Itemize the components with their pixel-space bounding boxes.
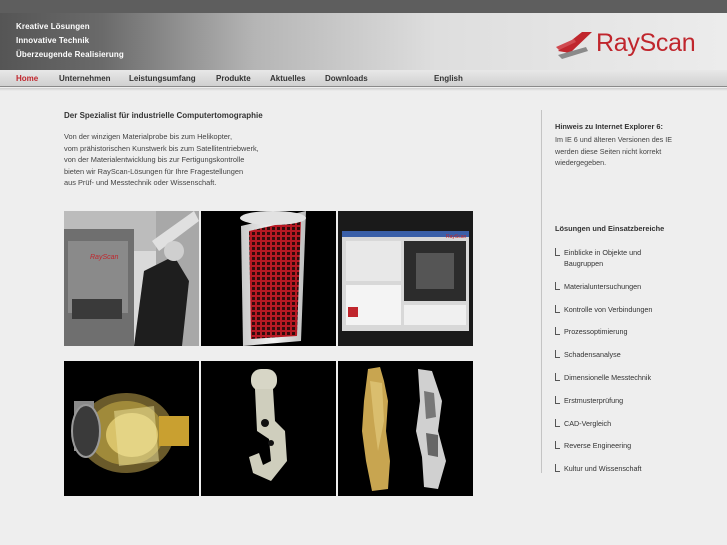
- link-label: Dimensionelle Messtechnik: [564, 373, 652, 382]
- link-label: Kultur und Wissenschaft: [564, 464, 642, 473]
- nav-shadow: [0, 88, 727, 91]
- bullet-icon: [555, 305, 560, 313]
- ie-notice-line: wiedergegeben.: [555, 158, 607, 167]
- nav-leistungsumfang[interactable]: Leistungsumfang: [129, 74, 196, 83]
- nav-home[interactable]: Home: [16, 74, 38, 83]
- logo-text: RayScan: [596, 29, 696, 57]
- link-label: Erstmusterprüfung: [564, 396, 624, 405]
- link-label: CAD-Vergleich: [564, 419, 612, 428]
- ie-notice-title: Hinweis zu Internet Explorer 6:: [555, 122, 664, 131]
- nav-aktuelles[interactable]: Aktuelles: [270, 74, 306, 83]
- nav-produkte[interactable]: Produkte: [216, 74, 251, 83]
- intro-line: bieten wir RayScan-Lösungen für Ihre Fra…: [64, 166, 244, 176]
- gallery-image-software[interactable]: RayScan: [338, 211, 473, 346]
- gallery-image-machine[interactable]: RayScan: [64, 211, 199, 346]
- bullet-icon: [555, 396, 560, 404]
- ie-notice-line: werden diese Seiten nicht korrekt: [555, 146, 662, 156]
- link-label-2: Baugruppen: [564, 259, 604, 268]
- ie-notice-text: Im IE 6 und älteren Versionen des IE wer…: [555, 134, 672, 169]
- bullet-icon: [555, 419, 560, 427]
- nav-unternehmen[interactable]: Unternehmen: [59, 74, 111, 83]
- slogan-2: Innovative Technik: [16, 36, 90, 45]
- intro-line: vom prähistorischen Kunstwerk bis zum Sa…: [64, 143, 259, 153]
- top-strip: [0, 0, 727, 13]
- main-navigation: Home Unternehmen Leistungsumfang Produkt…: [0, 70, 727, 87]
- gallery-image-mesh[interactable]: [201, 211, 336, 346]
- page-header: Kreative Lösungen Innovative Technik Übe…: [0, 13, 727, 70]
- link-label: Prozessoptimierung: [564, 327, 628, 336]
- intro-line: Von der winzigen Materialprobe bis zum H…: [64, 132, 233, 141]
- ie-notice-line: Im IE 6 und älteren Versionen des IE: [555, 135, 673, 144]
- nav-language-english[interactable]: English: [434, 74, 463, 83]
- link-label: Schadensanalyse: [564, 350, 621, 359]
- bullet-icon: [555, 248, 560, 256]
- bullet-icon: [555, 327, 560, 335]
- bullet-icon: [555, 350, 560, 358]
- logo-swoosh-icon: [556, 32, 592, 59]
- solutions-title: Lösungen und Einsatzbereiche: [555, 224, 665, 233]
- slogan-1: Kreative Lösungen: [16, 22, 90, 31]
- ct-mesh-cylinder-render-icon: [201, 211, 336, 346]
- gallery-image-engine[interactable]: [64, 361, 199, 496]
- link-label: Kontrolle von Verbindungen: [564, 305, 653, 314]
- link-label: Materialuntersuchungen: [564, 282, 642, 291]
- bullet-icon: [555, 373, 560, 381]
- sidebar-divider: [541, 110, 542, 473]
- nav-downloads[interactable]: Downloads: [325, 74, 368, 83]
- engine-ct-render-icon: [64, 361, 199, 496]
- software-brand-label: RayScan: [446, 234, 467, 240]
- link-label: Reverse Engineering: [564, 441, 632, 450]
- rayscan-logo[interactable]: RayScan: [556, 29, 706, 63]
- page-title: Der Spezialist für industrielle Computer…: [64, 111, 263, 120]
- hook-part-render-icon: [201, 361, 336, 496]
- figurine-ct-scan-icon: [338, 361, 473, 496]
- intro-text: Von der winzigen Materialprobe bis zum H…: [64, 131, 259, 189]
- bullet-icon: [555, 282, 560, 290]
- machine-brand-label: RayScan: [90, 254, 119, 261]
- intro-line: von der Materialentwicklung bis zur Fert…: [64, 155, 245, 164]
- slogan-3: Überzeugende Realisierung: [16, 50, 124, 59]
- software-screenshot-icon: RayScan: [338, 211, 473, 346]
- bullet-icon: [555, 464, 560, 472]
- link-label: Einblicke in Objekte und: [564, 248, 642, 257]
- rayscan-machine-photo-icon: RayScan: [64, 211, 199, 346]
- gallery-image-figurine[interactable]: [338, 361, 473, 496]
- bullet-icon: [555, 441, 560, 449]
- gallery-image-hook[interactable]: [201, 361, 336, 496]
- intro-line: aus Prüf- und Messtechnik oder Wissensch…: [64, 178, 217, 187]
